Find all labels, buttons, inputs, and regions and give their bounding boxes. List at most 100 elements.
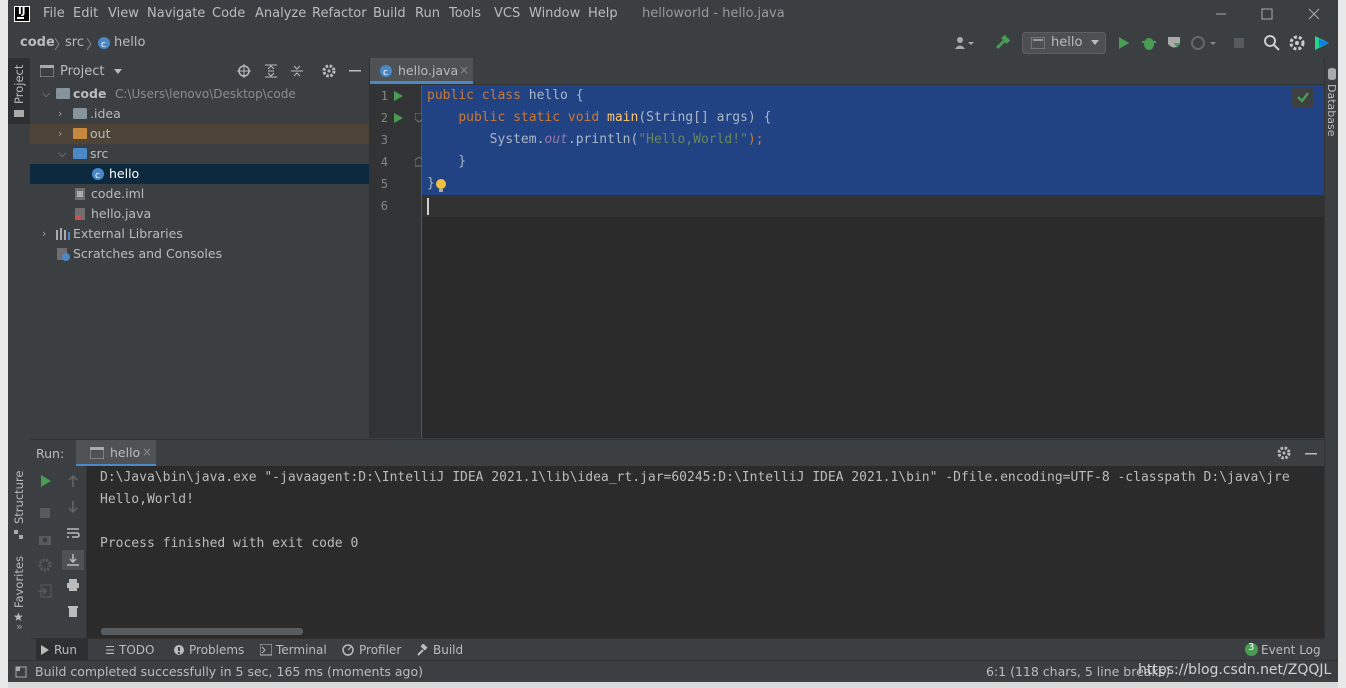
tool-tab-event-log[interactable]: Event Log — [1261, 643, 1321, 657]
project-view-selector[interactable]: Project — [60, 64, 104, 79]
maximize-button[interactable] — [1252, 4, 1282, 24]
jetbrains-toolbox-icon[interactable] — [1313, 34, 1331, 52]
project-panel: Project ⌵ code C:\Users\lenovo\Desktop\c… — [30, 58, 370, 438]
breadcrumb-project[interactable]: code — [20, 35, 55, 50]
java-class-icon: c — [92, 168, 104, 181]
tree-item-scratches[interactable]: Scratches and Consoles — [30, 244, 369, 264]
menu-file[interactable]: File — [43, 6, 65, 21]
tree-item-out[interactable]: › out — [30, 124, 369, 144]
exit-icon[interactable] — [38, 584, 52, 598]
tool-tab-problems[interactable]: Problems — [189, 643, 244, 657]
project-tool-label: Project — [12, 64, 26, 104]
problems-icon — [174, 645, 184, 655]
tool-tab-todo[interactable]: TODO — [119, 643, 154, 657]
collapse-all-icon[interactable] — [290, 64, 304, 78]
settings-button[interactable] — [1288, 34, 1306, 52]
close-tab-icon[interactable]: × — [459, 63, 469, 77]
tree-item-src[interactable]: ⌵ src — [30, 144, 369, 164]
horizontal-scrollbar[interactable] — [101, 628, 303, 635]
tool-tab-run[interactable]: Run — [36, 639, 88, 661]
check-icon — [1297, 92, 1309, 103]
tree-item-idea[interactable]: › .idea — [30, 104, 369, 124]
tree-item-hello[interactable]: c hello — [30, 164, 369, 184]
chevron-right-icon[interactable]: › — [42, 227, 46, 240]
svg-text:c: c — [101, 40, 106, 50]
lightbulb-intention-icon[interactable] — [435, 178, 447, 194]
stop-button[interactable] — [1230, 34, 1248, 52]
structure-tool-tab[interactable]: Structure — [8, 468, 30, 548]
profiler-button[interactable] — [1190, 34, 1216, 52]
trash-icon[interactable] — [66, 604, 80, 618]
arrow-down-icon[interactable] — [66, 500, 80, 514]
search-button[interactable] — [1263, 34, 1281, 52]
chevron-down-icon[interactable]: ⌵ — [58, 147, 66, 161]
hide-panel-icon[interactable] — [349, 70, 361, 72]
menu-help[interactable]: Help — [588, 6, 618, 21]
hide-panel-icon[interactable] — [1305, 453, 1317, 455]
more-tools-icon[interactable]: » — [16, 620, 23, 633]
minimize-button[interactable] — [1206, 4, 1236, 24]
tree-item-external-libraries[interactable]: › External Libraries — [30, 224, 369, 244]
print-icon[interactable] — [66, 578, 80, 592]
menu-tools[interactable]: Tools — [449, 6, 481, 21]
favorites-tool-tab[interactable]: Favorites ★ — [8, 556, 30, 628]
camera-icon[interactable] — [38, 532, 52, 546]
close-window-button[interactable] — [1299, 4, 1329, 24]
scroll-to-end-button[interactable] — [62, 550, 84, 570]
run-tab-hello[interactable]: hello × — [76, 440, 156, 467]
run-configuration-select[interactable]: hello — [1022, 32, 1106, 54]
editor-tab-hello-java[interactable]: c hello.java × — [370, 58, 473, 84]
user-account-icon[interactable] — [952, 34, 974, 52]
menu-code[interactable]: Code — [212, 6, 245, 21]
soft-wrap-icon[interactable] — [66, 526, 80, 540]
menu-navigate[interactable]: Navigate — [147, 6, 205, 21]
locate-file-icon[interactable] — [237, 64, 251, 78]
close-tab-icon[interactable]: × — [142, 445, 152, 459]
line-number: 1 — [380, 89, 388, 103]
arrow-up-icon[interactable] — [66, 474, 80, 488]
debug-button[interactable] — [1140, 34, 1158, 52]
project-tool-tab[interactable]: Project — [8, 58, 30, 124]
chevron-right-icon[interactable]: › — [58, 127, 62, 140]
tool-tab-profiler[interactable]: Profiler — [359, 643, 401, 657]
chevron-down-icon[interactable] — [114, 69, 122, 75]
tool-windows-toggle-icon[interactable] — [15, 666, 27, 678]
run-main-gutter-icon[interactable] — [392, 112, 404, 124]
menu-view[interactable]: View — [108, 6, 139, 21]
settings-gear-icon[interactable] — [38, 558, 52, 572]
code-editor[interactable]: public class hello { public static void … — [422, 85, 1324, 438]
database-tool-tab[interactable]: Database — [1325, 66, 1338, 137]
run-panel-header: Run: hello × — [30, 439, 1324, 467]
menu-build[interactable]: Build — [373, 6, 406, 21]
gear-icon[interactable] — [322, 64, 336, 78]
menu-edit[interactable]: Edit — [73, 6, 98, 21]
run-console[interactable]: D:\Java\bin\java.exe "-javaagent:D:\Inte… — [87, 466, 1324, 638]
coverage-button[interactable] — [1165, 34, 1183, 52]
tool-tab-build[interactable]: Build — [433, 643, 463, 657]
breadcrumb-src[interactable]: src — [65, 35, 84, 50]
tool-window-bar: Run ☰ TODO Problems Terminal Profiler Bu… — [30, 638, 1324, 661]
menu-run[interactable]: Run — [415, 6, 440, 21]
expand-all-icon[interactable] — [264, 64, 278, 78]
tree-item-label: out — [90, 126, 111, 141]
gear-icon[interactable] — [1277, 446, 1291, 460]
inspection-status-widget[interactable] — [1292, 87, 1314, 107]
run-class-gutter-icon[interactable] — [392, 90, 404, 102]
tool-tab-terminal[interactable]: Terminal — [276, 643, 327, 657]
menu-vcs[interactable]: VCS — [494, 6, 520, 21]
chevron-down-icon[interactable]: ⌵ — [42, 87, 50, 101]
run-button[interactable] — [1114, 34, 1132, 52]
breadcrumb-hello[interactable]: hello — [114, 35, 145, 50]
code-line-2: public static void main(String[] args) { — [458, 110, 772, 125]
rerun-icon[interactable] — [38, 474, 52, 488]
search-icon — [1264, 35, 1280, 51]
tree-item-hello-java[interactable]: hello.java — [30, 204, 369, 224]
build-hammer-icon[interactable] — [994, 34, 1012, 52]
chevron-right-icon[interactable]: › — [58, 107, 62, 120]
tree-item-code-iml[interactable]: code.iml — [30, 184, 369, 204]
menu-refactor[interactable]: Refactor — [312, 6, 367, 21]
menu-analyze[interactable]: Analyze — [255, 6, 306, 21]
tree-item-code[interactable]: ⌵ code C:\Users\lenovo\Desktop\code — [30, 84, 369, 104]
stop-icon[interactable] — [38, 506, 52, 520]
menu-window[interactable]: Window — [529, 6, 580, 21]
